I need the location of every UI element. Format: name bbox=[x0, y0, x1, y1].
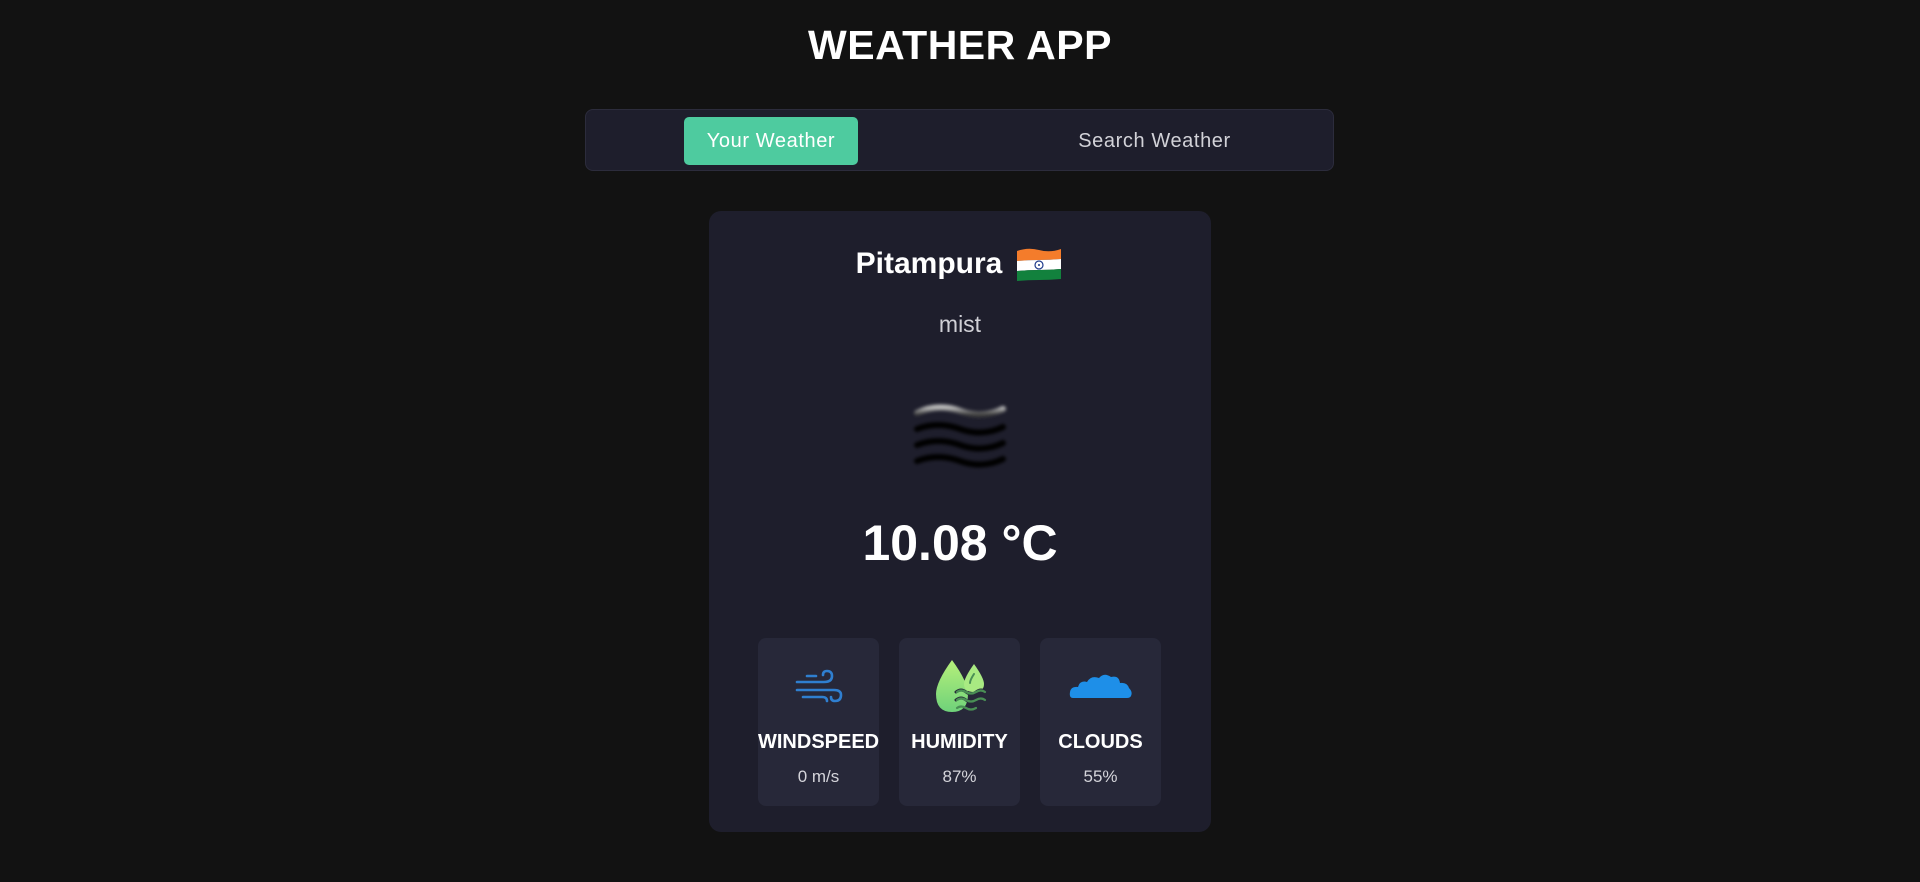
app-title: WEATHER APP bbox=[808, 22, 1112, 68]
windspeed-label: WINDSPEED bbox=[758, 731, 880, 753]
humidity-icon-wrap bbox=[899, 658, 1020, 716]
india-flag-icon bbox=[1017, 248, 1062, 281]
cloud-icon-wrap bbox=[1040, 670, 1161, 700]
city-name: Pitampura bbox=[855, 247, 1003, 280]
humidity-card: HUMIDITY 87% bbox=[899, 638, 1020, 806]
clouds-value: 55% bbox=[1083, 767, 1118, 786]
weather-card: Pitampura mist 10.08 °C WINDSPEED 0 m/s … bbox=[709, 211, 1211, 832]
city-header: Pitampura bbox=[709, 239, 1211, 289]
weather-condition: mist bbox=[938, 311, 982, 337]
wind-icon bbox=[795, 669, 842, 703]
temperature: 10.08 °C bbox=[862, 515, 1058, 571]
humidity-icon bbox=[935, 660, 987, 712]
tab-search-weather[interactable]: Search Weather bbox=[1036, 117, 1273, 165]
wind-icon-wrap bbox=[758, 668, 879, 706]
app-page: WEATHER APP Your Weather Search Weather … bbox=[0, 0, 1920, 882]
humidity-label: HUMIDITY bbox=[911, 731, 1008, 753]
windspeed-value: 0 m/s bbox=[797, 767, 840, 786]
humidity-value: 87% bbox=[942, 767, 977, 786]
clouds-card: CLOUDS 55% bbox=[1040, 638, 1161, 806]
tab-bar: Your Weather Search Weather bbox=[585, 109, 1334, 171]
windspeed-card: WINDSPEED 0 m/s bbox=[758, 638, 879, 806]
cloud-icon bbox=[1069, 674, 1132, 698]
clouds-label: CLOUDS bbox=[1058, 731, 1143, 753]
mist-icon bbox=[914, 404, 1006, 468]
tab-your-weather[interactable]: Your Weather bbox=[684, 117, 858, 165]
